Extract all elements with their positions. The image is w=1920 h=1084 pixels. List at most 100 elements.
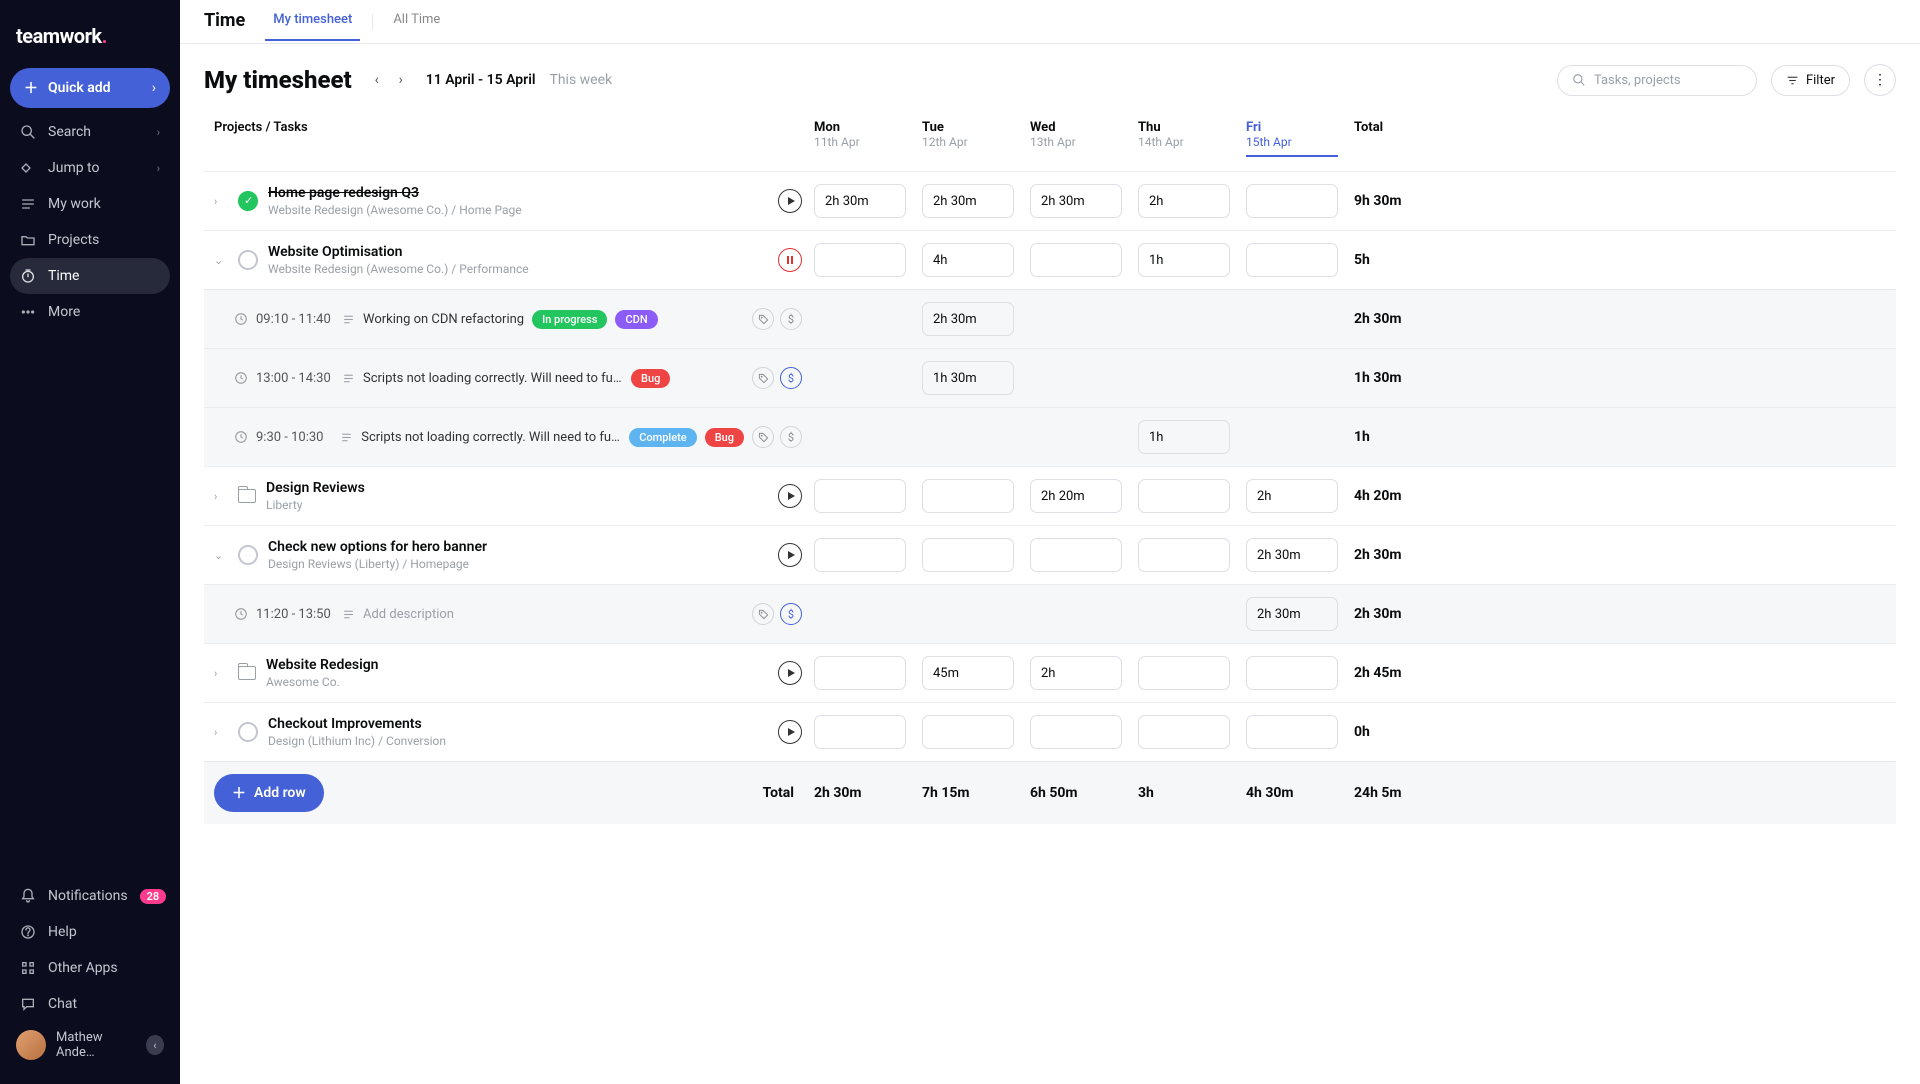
time-cell[interactable] <box>1246 184 1338 218</box>
time-cell[interactable]: 2h <box>1138 184 1230 218</box>
tab-my-timesheet[interactable]: My timesheet <box>265 12 360 41</box>
sidebar-item-search[interactable]: Search› <box>10 114 170 150</box>
folder-icon <box>238 489 256 503</box>
task-row: ⌄ Website Optimisation Website Redesign … <box>204 230 1896 289</box>
billable-button[interactable]: $ <box>780 603 802 625</box>
tag-button[interactable] <box>752 308 774 330</box>
expand-toggle[interactable]: › <box>214 667 228 680</box>
add-row-label: Add row <box>254 785 306 801</box>
time-cell[interactable] <box>814 715 906 749</box>
footer-total-label: Total <box>763 785 794 801</box>
time-cell[interactable]: 2h 30m <box>922 302 1014 336</box>
billable-button[interactable]: $ <box>780 426 802 448</box>
time-cell[interactable] <box>1246 243 1338 277</box>
time-cell[interactable]: 2h 30m <box>922 184 1014 218</box>
task-title[interactable]: Website Redesign <box>266 657 379 673</box>
task-title[interactable]: Design Reviews <box>266 480 365 496</box>
time-cell[interactable] <box>1138 479 1230 513</box>
add-row-button[interactable]: ＋ Add row <box>214 774 324 812</box>
time-cell[interactable] <box>814 243 906 277</box>
entry-description[interactable]: Scripts not loading correctly. Will need… <box>363 371 623 386</box>
task-subtitle: Design (Lithium Inc) / Conversion <box>268 734 446 748</box>
filter-button[interactable]: Filter <box>1771 65 1850 96</box>
sidebar-item-projects[interactable]: Projects <box>10 222 170 258</box>
time-cell[interactable]: 2h <box>1030 656 1122 690</box>
next-week-button[interactable]: › <box>390 69 412 91</box>
time-cell[interactable] <box>922 538 1014 572</box>
day-date: 11th Apr <box>814 135 922 149</box>
expand-toggle[interactable]: › <box>214 726 228 739</box>
start-timer-button[interactable] <box>778 661 802 685</box>
time-cell[interactable]: 2h 30m <box>814 184 906 218</box>
user-row[interactable]: Mathew Ande… ‹ <box>10 1022 170 1068</box>
entry-description[interactable]: Scripts not loading correctly. Will need… <box>361 430 621 445</box>
time-cell[interactable] <box>1030 715 1122 749</box>
sidebar-item-jump-to[interactable]: Jump to› <box>10 150 170 186</box>
tag-button[interactable] <box>752 367 774 389</box>
time-cell[interactable]: 2h <box>1246 479 1338 513</box>
time-cell[interactable] <box>1138 715 1230 749</box>
time-cell[interactable] <box>1246 656 1338 690</box>
sidebar-item-time[interactable]: Time <box>10 258 170 294</box>
entry-description[interactable]: Add description <box>363 607 454 622</box>
start-timer-button[interactable] <box>778 189 802 213</box>
day-total: 7h 15m <box>922 785 1030 801</box>
tab-all-time[interactable]: All Time <box>385 12 448 41</box>
sidebar-item-my-work[interactable]: My work <box>10 186 170 222</box>
time-cell[interactable]: 1h <box>1138 243 1230 277</box>
task-status-icon[interactable] <box>238 250 258 270</box>
time-cell[interactable] <box>1030 243 1122 277</box>
task-title[interactable]: Check new options for hero banner <box>268 539 487 555</box>
task-status-icon[interactable] <box>238 191 258 211</box>
time-cell[interactable] <box>1138 538 1230 572</box>
time-cell[interactable] <box>1030 538 1122 572</box>
tag-button[interactable] <box>752 603 774 625</box>
time-cell[interactable] <box>814 656 906 690</box>
expand-toggle[interactable]: › <box>214 490 228 503</box>
sidebar: teamwork. ＋ Quick add › Search›Jump to›M… <box>0 0 180 1084</box>
task-cell: › Home page redesign Q3 Website Redesign… <box>214 185 814 217</box>
task-status-icon[interactable] <box>238 545 258 565</box>
task-title[interactable]: Website Optimisation <box>268 244 529 260</box>
start-timer-button[interactable] <box>778 543 802 567</box>
task-status-icon[interactable] <box>238 722 258 742</box>
sidebar-item-help[interactable]: Help <box>10 914 170 950</box>
time-cell[interactable]: 1h 30m <box>922 361 1014 395</box>
tag-button[interactable] <box>752 426 774 448</box>
time-cell[interactable]: 2h 20m <box>1030 479 1122 513</box>
collapse-sidebar-button[interactable]: ‹ <box>146 1035 164 1055</box>
expand-toggle[interactable]: ⌄ <box>214 254 228 267</box>
chevron-right-icon: › <box>157 126 160 139</box>
start-timer-button[interactable] <box>778 484 802 508</box>
sidebar-item-other-apps[interactable]: Other Apps <box>10 950 170 986</box>
time-cell[interactable]: 2h 30m <box>1030 184 1122 218</box>
task-title[interactable]: Checkout Improvements <box>268 716 446 732</box>
time-cell[interactable] <box>814 538 906 572</box>
time-range: 13:00 - 14:30 <box>256 371 334 386</box>
quick-add-button[interactable]: ＋ Quick add › <box>10 68 170 108</box>
expand-toggle[interactable]: › <box>214 195 228 208</box>
time-cell[interactable]: 4h <box>922 243 1014 277</box>
time-cell[interactable] <box>1246 715 1338 749</box>
start-timer-button[interactable] <box>778 720 802 744</box>
time-cell[interactable] <box>1138 656 1230 690</box>
pause-timer-button[interactable] <box>778 248 802 272</box>
search-input[interactable]: Tasks, projects <box>1557 65 1757 96</box>
billable-button[interactable]: $ <box>780 367 802 389</box>
time-cell[interactable] <box>814 479 906 513</box>
time-cell[interactable]: 2h 30m <box>1246 538 1338 572</box>
sidebar-item-notifications[interactable]: Notifications28 <box>10 878 170 914</box>
billable-button[interactable]: $ <box>780 308 802 330</box>
task-title[interactable]: Home page redesign Q3 <box>268 185 522 201</box>
entry-description[interactable]: Working on CDN refactoring <box>363 312 524 327</box>
time-cell[interactable]: 45m <box>922 656 1014 690</box>
expand-toggle[interactable]: ⌄ <box>214 549 228 562</box>
sidebar-item-more[interactable]: More <box>10 294 170 330</box>
time-cell[interactable]: 2h 30m <box>1246 597 1338 631</box>
time-cell[interactable] <box>922 715 1014 749</box>
sidebar-item-chat[interactable]: Chat <box>10 986 170 1022</box>
more-options-button[interactable]: ⋮ <box>1864 64 1896 96</box>
time-cell[interactable] <box>922 479 1014 513</box>
time-cell[interactable]: 1h <box>1138 420 1230 454</box>
prev-week-button[interactable]: ‹ <box>366 69 388 91</box>
